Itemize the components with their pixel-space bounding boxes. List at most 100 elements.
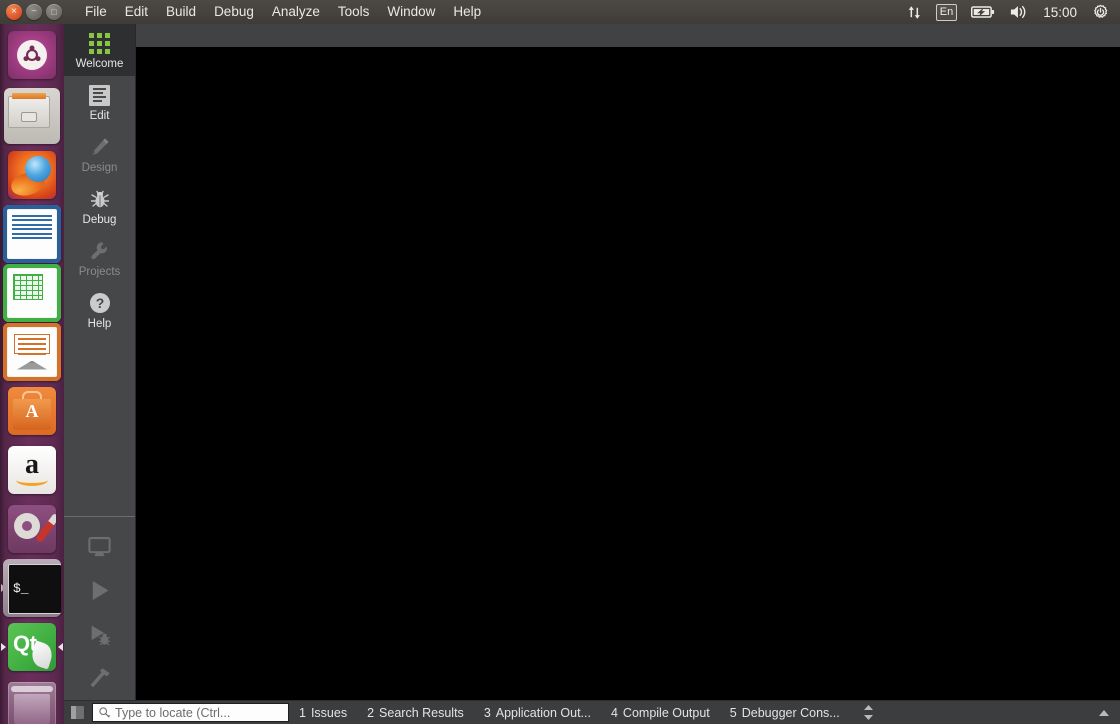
libreoffice-impress-icon bbox=[3, 322, 61, 381]
help-question-icon: ? bbox=[87, 290, 113, 316]
output-pane-label: Search Results bbox=[379, 705, 464, 720]
keyboard-layout-label: En bbox=[935, 3, 958, 21]
launcher-item-firefox[interactable] bbox=[0, 145, 64, 204]
debug-bug-icon bbox=[87, 186, 113, 212]
output-pane-compile-output[interactable]: 4 Compile Output bbox=[601, 701, 720, 724]
start-debugging-button[interactable] bbox=[64, 612, 135, 656]
maximize-icon[interactable]: □ bbox=[46, 4, 62, 20]
launcher-item-qt-creator[interactable]: Qt bbox=[0, 617, 64, 676]
output-pane-number: 1 bbox=[299, 705, 306, 720]
build-button[interactable] bbox=[64, 656, 135, 700]
output-pane-application-output[interactable]: 3 Application Out... bbox=[474, 701, 601, 724]
desktop-screen: Welcome Edit Design Debug Projects ? Hel… bbox=[0, 0, 1120, 724]
edit-document-icon bbox=[87, 82, 113, 108]
output-pane-search-results[interactable]: 2 Search Results bbox=[357, 701, 474, 724]
launcher-item-terminal[interactable]: $_ bbox=[0, 558, 64, 617]
libreoffice-writer-icon bbox=[3, 204, 61, 263]
menu-bar: File Edit Build Debug Analyze Tools Wind… bbox=[76, 0, 490, 24]
output-pane-label: Compile Output bbox=[622, 705, 710, 720]
mode-welcome[interactable]: Welcome bbox=[64, 24, 135, 76]
mode-projects[interactable]: Projects bbox=[64, 232, 135, 284]
launcher-item-libreoffice-calc[interactable] bbox=[0, 263, 64, 322]
sidebar-toggle-icon[interactable] bbox=[64, 701, 90, 724]
menu-help[interactable]: Help bbox=[444, 0, 490, 24]
clock-indicator[interactable]: 15:00 bbox=[1035, 0, 1085, 24]
trash-icon bbox=[8, 681, 56, 724]
unity-launcher: A a $_ Qt bbox=[0, 24, 64, 724]
design-pencil-icon bbox=[87, 134, 113, 160]
mode-debug-label: Debug bbox=[82, 214, 117, 226]
output-pane-label: Issues bbox=[310, 705, 348, 720]
terminal-icon: $_ bbox=[3, 558, 61, 617]
mode-projects-label: Projects bbox=[78, 266, 121, 278]
top-panel: × − □ File Edit Build Debug Analyze Tool… bbox=[0, 0, 1120, 24]
running-indicator bbox=[1, 642, 6, 651]
mode-help[interactable]: ? Help bbox=[64, 284, 135, 336]
menu-tools[interactable]: Tools bbox=[329, 0, 379, 24]
search-input-placeholder: Type to locate (Ctrl... bbox=[115, 705, 231, 720]
maximize-output-button[interactable] bbox=[1098, 701, 1110, 724]
libreoffice-calc-icon bbox=[3, 263, 61, 322]
search-input[interactable]: Type to locate (Ctrl... bbox=[92, 703, 289, 722]
mode-selector: Welcome Edit Design Debug Projects ? Hel… bbox=[64, 24, 136, 700]
kit-monitor-icon bbox=[88, 536, 111, 556]
svg-text:?: ? bbox=[95, 295, 104, 311]
output-pane-debugger-console[interactable]: 5 Debugger Cons... bbox=[720, 701, 850, 724]
run-play-icon bbox=[92, 580, 109, 600]
output-pane-label: Application Out... bbox=[495, 705, 591, 720]
mode-edit[interactable]: Edit bbox=[64, 76, 135, 128]
output-pane-label: Debugger Cons... bbox=[741, 705, 840, 720]
amazon-icon: a bbox=[8, 445, 56, 494]
system-settings-icon bbox=[8, 504, 56, 553]
mode-welcome-label: Welcome bbox=[75, 58, 124, 70]
mode-help-label: Help bbox=[87, 318, 112, 330]
menu-edit[interactable]: Edit bbox=[116, 0, 157, 24]
minimize-icon[interactable]: − bbox=[26, 4, 42, 20]
editor-toolbar-strip bbox=[136, 24, 1120, 47]
files-cabinet-icon bbox=[4, 87, 60, 144]
menu-file[interactable]: File bbox=[76, 0, 116, 24]
system-indicators: En 15:00 bbox=[900, 0, 1120, 24]
launcher-item-libreoffice-writer[interactable] bbox=[0, 204, 64, 263]
output-pane-issues[interactable]: 1 Issues bbox=[289, 701, 357, 724]
up-down-arrows-icon[interactable] bbox=[858, 701, 880, 724]
software-center-letter: A bbox=[25, 400, 39, 421]
launcher-item-ubuntu-dash[interactable] bbox=[0, 24, 64, 86]
projects-wrench-icon bbox=[87, 238, 113, 264]
menu-analyze[interactable]: Analyze bbox=[263, 0, 329, 24]
launcher-item-system-settings[interactable] bbox=[0, 499, 64, 558]
welcome-grid-icon bbox=[87, 30, 113, 56]
software-center-icon: A bbox=[8, 386, 56, 435]
network-up-down-icon[interactable] bbox=[900, 0, 929, 24]
window-controls: × − □ bbox=[0, 4, 62, 20]
launcher-item-trash[interactable] bbox=[0, 676, 64, 724]
focused-indicator bbox=[58, 642, 63, 651]
mode-edit-label: Edit bbox=[89, 110, 110, 122]
run-button[interactable] bbox=[64, 568, 135, 612]
keyboard-layout-indicator[interactable]: En bbox=[929, 0, 964, 24]
qt-creator-window: Welcome Edit Design Debug Projects ? Hel… bbox=[64, 24, 1120, 724]
mode-divider bbox=[64, 516, 135, 517]
volume-high-icon[interactable] bbox=[1002, 0, 1035, 24]
debug-play-bug-icon bbox=[91, 625, 111, 645]
mode-design[interactable]: Design bbox=[64, 128, 135, 180]
launcher-item-libreoffice-impress[interactable] bbox=[0, 322, 64, 381]
output-pane-number: 3 bbox=[483, 705, 491, 720]
status-bar: Type to locate (Ctrl... 1 Issues 2 Searc… bbox=[64, 700, 1120, 724]
ubuntu-logo-icon bbox=[8, 31, 56, 79]
session-gear-power-icon[interactable] bbox=[1085, 0, 1116, 24]
close-icon[interactable]: × bbox=[6, 4, 22, 20]
launcher-item-files[interactable] bbox=[0, 86, 64, 145]
firefox-icon bbox=[8, 150, 56, 199]
search-magnifier-icon bbox=[99, 707, 111, 718]
menu-window[interactable]: Window bbox=[378, 0, 444, 24]
battery-charging-icon[interactable] bbox=[964, 0, 1002, 24]
launcher-item-amazon[interactable]: a bbox=[0, 440, 64, 499]
caret-up-icon bbox=[1099, 710, 1109, 716]
menu-debug[interactable]: Debug bbox=[205, 0, 263, 24]
mode-debug[interactable]: Debug bbox=[64, 180, 135, 232]
launcher-item-software-center[interactable]: A bbox=[0, 381, 64, 440]
kit-selector-button[interactable] bbox=[64, 524, 135, 568]
mode-design-label: Design bbox=[81, 162, 118, 174]
menu-build[interactable]: Build bbox=[157, 0, 205, 24]
